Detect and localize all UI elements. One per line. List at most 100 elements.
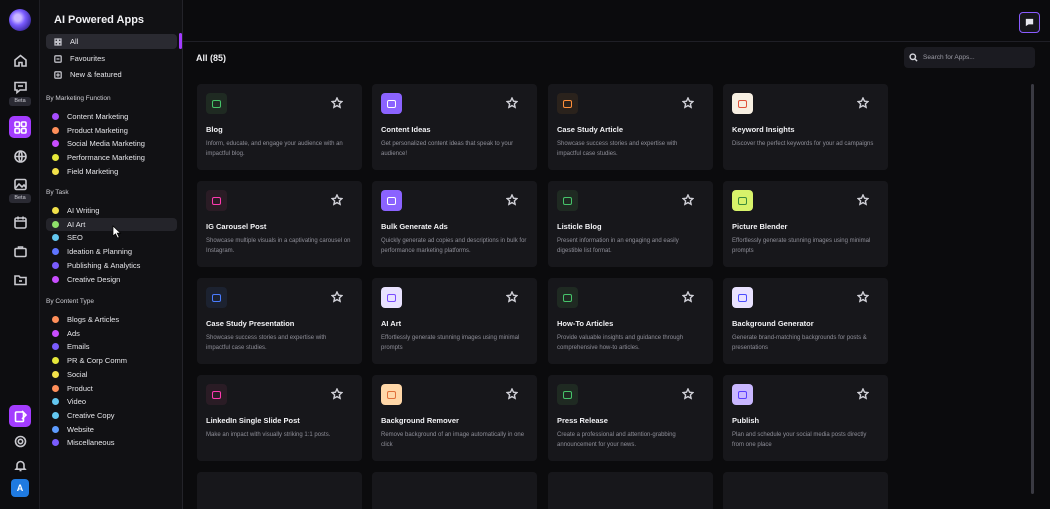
app-card[interactable]: Background Generator Generate brand-match… (723, 278, 888, 364)
app-card-title: Content Ideas (381, 125, 431, 134)
favourite-star-button[interactable] (856, 193, 870, 206)
app-card[interactable]: Press Release Create a professional and a… (548, 375, 713, 461)
app-card[interactable]: Picture Blender Effortlessly generate stu… (723, 181, 888, 267)
nav-item-new-featured[interactable]: New & featured (46, 67, 177, 82)
app-card[interactable]: Background Remover Remove background of a… (372, 375, 537, 461)
category-pr-corp-comm[interactable]: PR & Corp Comm (46, 354, 177, 367)
category-label: Content Marketing (67, 112, 129, 121)
category-ads[interactable]: Ads (46, 327, 177, 340)
category-color-dot (52, 329, 59, 337)
rail-settings-button[interactable] (10, 431, 30, 451)
rail-home-button[interactable] (10, 50, 30, 70)
section-heading: By Task (46, 189, 69, 196)
app-card[interactable]: Case Study Presentation Showcase success … (197, 278, 362, 364)
search-box[interactable] (904, 47, 1035, 68)
app-card[interactable]: Content Ideas Get personalized content id… (372, 84, 537, 170)
app-card-description: Quickly generate ad copies and descripti… (381, 238, 527, 254)
linkedin-slide-icon (206, 384, 227, 405)
favourite-star-button[interactable] (856, 290, 870, 303)
rail-image-button[interactable] (10, 174, 30, 194)
user-avatar[interactable]: A (11, 479, 29, 497)
case-study-presentation-icon (206, 287, 227, 308)
nav-item-favourites[interactable]: Favourites (46, 51, 177, 66)
category-publishing-analytics[interactable]: Publishing & Analytics (46, 259, 177, 272)
rail-bell-button[interactable] (10, 455, 30, 475)
app-card-title: IG Carousel Post (206, 222, 267, 231)
category-creative-copy[interactable]: Creative Copy (46, 409, 177, 422)
main-scrollbar[interactable] (1031, 84, 1034, 494)
category-product-marketing[interactable]: Product Marketing (46, 124, 177, 137)
app-card-partial[interactable] (372, 472, 537, 509)
app-card[interactable]: How-To Articles Provide valuable insights… (548, 278, 713, 364)
app-card-title: Listicle Blog (557, 222, 602, 231)
category-blogs-articles[interactable]: Blogs & Articles (46, 313, 177, 326)
favourite-star-button[interactable] (330, 96, 344, 109)
favourite-star-button[interactable] (681, 290, 695, 303)
category-ideation-planning[interactable]: Ideation & Planning (46, 245, 177, 258)
category-emails[interactable]: Emails (46, 340, 177, 353)
category-social[interactable]: Social (46, 368, 177, 381)
app-card[interactable]: IG Carousel Post Showcase multiple visual… (197, 181, 362, 267)
category-content-marketing[interactable]: Content Marketing (46, 110, 177, 123)
nav-item-label: Favourites (70, 54, 106, 63)
category-creative-design[interactable]: Creative Design (46, 273, 177, 286)
bell-icon (13, 460, 27, 471)
chat-assistant-button[interactable] (1019, 12, 1040, 33)
app-logo-icon[interactable] (9, 9, 31, 31)
favourite-star-button[interactable] (505, 290, 519, 303)
rail-apps-grid-button[interactable] (9, 116, 31, 138)
app-card[interactable]: Publish Plan and schedule your social med… (723, 375, 888, 461)
favourite-star-button[interactable] (330, 193, 344, 206)
category-performance-marketing[interactable]: Performance Marketing (46, 151, 177, 164)
rail-notes-button[interactable] (9, 405, 31, 427)
category-product[interactable]: Product (46, 382, 177, 395)
app-card[interactable]: Case Study Article Showcase success stori… (548, 84, 713, 170)
category-color-dot (52, 261, 59, 269)
rail-calendar-button[interactable] (10, 212, 30, 232)
favourite-star-button[interactable] (681, 193, 695, 206)
press-release-icon (557, 384, 578, 405)
settings-icon (14, 435, 26, 447)
app-card-partial[interactable] (548, 472, 713, 509)
category-ai-writing[interactable]: AI Writing (46, 204, 177, 217)
favourite-star-button[interactable] (505, 193, 519, 206)
favourite-star-button[interactable] (856, 96, 870, 109)
search-input[interactable] (923, 54, 1023, 61)
favourite-star-button[interactable] (681, 387, 695, 400)
rail-briefcase-button[interactable] (10, 241, 30, 261)
nav-item-all[interactable]: All (46, 34, 177, 49)
app-card-description: Discover the perfect keywords for your a… (732, 141, 874, 147)
favourite-star-button[interactable] (856, 387, 870, 400)
favourite-star-button[interactable] (505, 96, 519, 109)
star-icon (681, 290, 695, 303)
star-icon (330, 193, 344, 206)
app-card[interactable]: Listicle Blog Present information in an e… (548, 181, 713, 267)
app-card[interactable]: AI Art Effortlessly generate stunning ima… (372, 278, 537, 364)
app-card-title: Bulk Generate Ads (381, 222, 448, 231)
app-card-partial[interactable] (197, 472, 362, 509)
app-card-title: Background Remover (381, 416, 459, 425)
ai-art-icon (381, 287, 402, 308)
star-icon (681, 96, 695, 109)
app-card[interactable]: Bulk Generate Ads Quickly generate ad cop… (372, 181, 537, 267)
rail-folder-button[interactable] (10, 269, 30, 289)
rail-globe-button[interactable] (10, 146, 30, 166)
rail-chat-bubble-button[interactable] (10, 77, 30, 97)
category-label: Creative Design (67, 274, 121, 284)
category-field-marketing[interactable]: Field Marketing (46, 165, 177, 178)
app-card[interactable]: LinkedIn Single Slide Post Make an impact… (197, 375, 362, 461)
app-card-partial[interactable] (723, 472, 888, 509)
favourite-star-button[interactable] (505, 387, 519, 400)
star-icon (856, 290, 870, 303)
category-miscellaneous[interactable]: Miscellaneous (46, 436, 177, 449)
favourite-star-button[interactable] (681, 96, 695, 109)
app-card[interactable]: Keyword Insights Discover the perfect key… (723, 84, 888, 170)
favourite-star-button[interactable] (330, 387, 344, 400)
app-card[interactable]: Blog Inform, educate, and engage your aud… (197, 84, 362, 170)
category-website[interactable]: Website (46, 423, 177, 436)
category-social-media-marketing[interactable]: Social Media Marketing (46, 137, 177, 150)
blog-icon (206, 93, 227, 114)
star-icon (505, 193, 519, 206)
category-video[interactable]: Video (46, 395, 177, 408)
favourite-star-button[interactable] (330, 290, 344, 303)
